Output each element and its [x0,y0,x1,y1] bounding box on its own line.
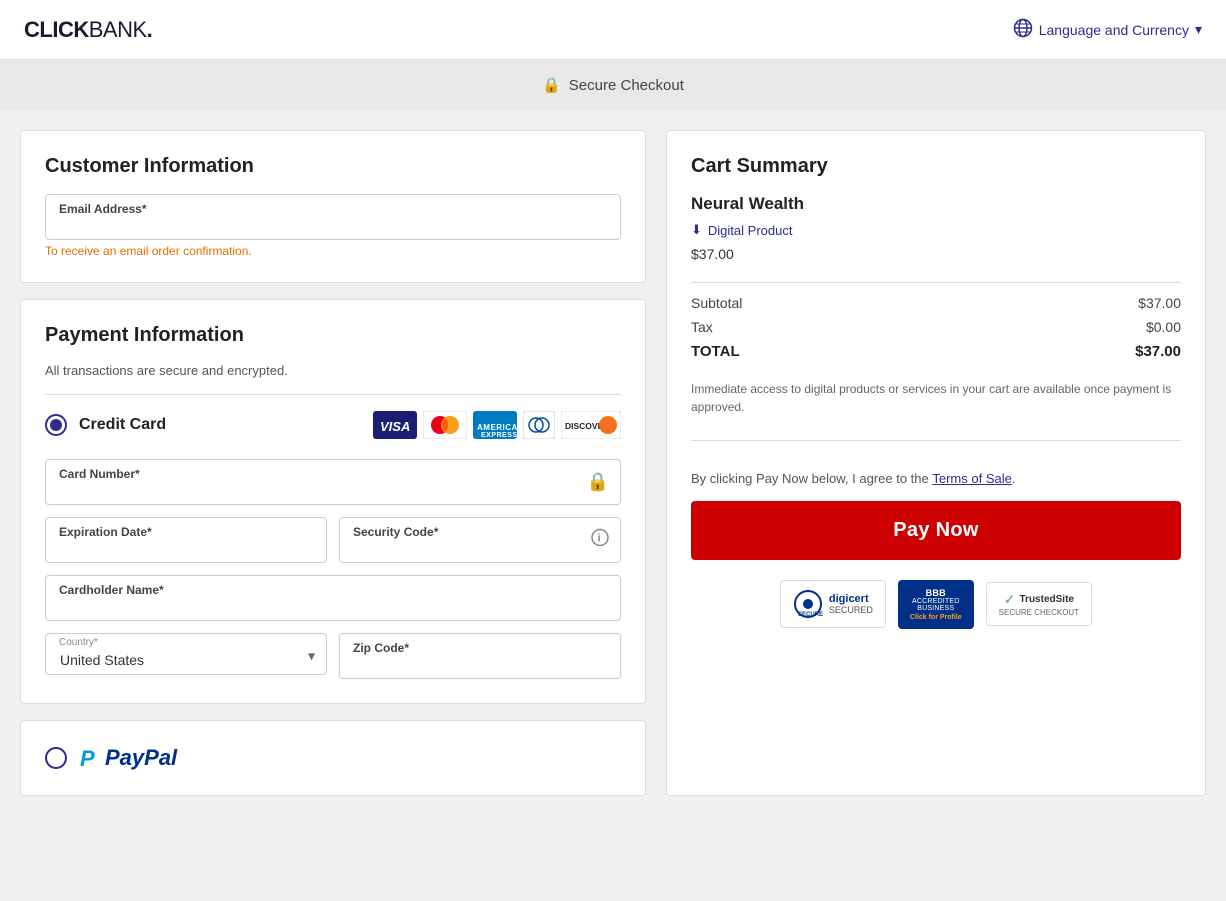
digicert-icon: SECURED [793,589,823,619]
amex-icon: AMERICAN EXPRESS [473,411,517,439]
svg-text:EXPRESS: EXPRESS [481,432,517,439]
cardholder-label: Cardholder Name* [59,583,164,597]
total-value: $37.00 [1135,343,1181,360]
digicert-badge: SECURED digicert SECURED [780,580,886,628]
paypal-text: PayPal [105,745,177,771]
payment-subtitle: All transactions are secure and encrypte… [45,363,621,378]
logo-click: CLICK [24,17,89,42]
card-form: Card Number* 🔒 Expiration Date* Security… [45,459,621,679]
svg-text:AMERICAN: AMERICAN [477,423,517,432]
card-number-input[interactable] [45,459,621,505]
lock-icon: 🔒 [542,76,561,94]
customer-info-card: Customer Information Email Address* To r… [20,130,646,283]
expiry-security-row: Expiration Date* Security Code* i [45,517,621,563]
trust-badges: SECURED digicert SECURED BBB ACCREDITED … [691,580,1181,629]
digicert-label: digicert SECURED [829,593,873,615]
logo: CLICKBANK. [24,17,152,43]
product-name: Neural Wealth [691,194,1181,214]
country-zip-row: Country* United States ▾ Zip Code* [45,633,621,679]
security-wrapper: Security Code* i [339,517,621,563]
paypal-row: P PayPal [45,745,621,771]
paypal-radio[interactable] [45,747,67,769]
email-form-group: Email Address* To receive an email order… [45,194,621,258]
card-number-label: Card Number* [59,467,140,481]
total-label: TOTAL [691,343,740,360]
download-icon: ⬇ [691,222,702,238]
trusted-site-badge: ✓ TrustedSite SECURE CHECKOUT [986,582,1092,626]
diners-icon [523,411,555,439]
subtotal-value: $37.00 [1138,295,1181,311]
svg-text:SECURED: SECURED [798,612,823,618]
secure-checkout-bar: 🔒 Secure Checkout [0,60,1226,110]
chevron-down-icon: ▾ [1195,21,1202,38]
card-number-wrapper: Card Number* 🔒 [45,459,621,505]
expiry-input[interactable] [45,517,327,563]
logo-dot: . [147,17,153,42]
terms-note: By clicking Pay Now below, I agree to th… [691,469,1181,489]
terms-prefix: By clicking Pay Now below, I agree to th… [691,471,932,486]
language-currency-label: Language and Currency [1039,22,1189,38]
secure-checkout-label: Secure Checkout [569,77,684,94]
security-info-icon[interactable]: i [591,529,609,552]
email-hint: To receive an email order confirmation. [45,244,621,258]
zip-wrapper: Zip Code* [339,633,621,679]
cart-summary-title: Cart Summary [691,155,1181,178]
subtotal-row: Subtotal $37.00 [691,295,1181,311]
visa-icon: VISA [373,411,417,439]
security-label: Security Code* [353,525,438,539]
bbb-badge: BBB ACCREDITED BUSINESS Click for Profil… [898,580,974,629]
digital-product-row: ⬇ Digital Product [691,222,1181,238]
subtotal-label: Subtotal [691,295,742,311]
card-lock-icon: 🔒 [587,472,609,493]
cart-summary-panel: Cart Summary Neural Wealth ⬇ Digital Pro… [666,130,1206,796]
tax-row: Tax $0.00 [691,319,1181,335]
checkmark-icon: ✓ [1004,591,1016,608]
globe-icon [1013,18,1033,41]
tax-label: Tax [691,319,713,335]
email-label: Email Address* [59,202,147,216]
svg-text:i: i [598,533,601,545]
pay-now-button[interactable]: Pay Now [691,501,1181,560]
payment-divider [45,394,621,395]
paypal-p-icon: P [79,745,101,771]
summary-divider-2 [691,440,1181,441]
customer-info-title: Customer Information [45,155,621,178]
expiry-label: Expiration Date* [59,525,152,539]
card-icons: VISA AMERICAN EXPRESS [373,411,621,439]
total-row: TOTAL $37.00 [691,343,1181,360]
tax-value: $0.00 [1146,319,1181,335]
paypal-logo: P PayPal [79,745,177,771]
header: CLICKBANK. Language and Currency ▾ [0,0,1226,60]
zip-input[interactable] [339,633,621,679]
payment-info-card: Payment Information All transactions are… [20,299,646,704]
terms-of-sale-link[interactable]: Terms of Sale [932,471,1011,486]
cardholder-input[interactable] [45,575,621,621]
mastercard-icon [423,411,467,439]
security-input[interactable] [339,517,621,563]
cardholder-wrapper: Cardholder Name* [45,575,621,621]
summary-divider-1 [691,282,1181,283]
country-wrapper: Country* United States ▾ [45,633,327,679]
logo-bank: BANK [89,17,147,42]
discover-icon: DISCOVER [561,411,621,439]
credit-card-method-row: Credit Card VISA [45,411,621,439]
language-currency-button[interactable]: Language and Currency ▾ [1013,18,1202,41]
country-label: Country* [59,637,98,648]
svg-text:P: P [80,746,95,771]
paypal-card: P PayPal [20,720,646,796]
email-input[interactable] [45,194,621,240]
terms-suffix: . [1012,471,1016,486]
access-note: Immediate access to digital products or … [691,380,1181,416]
payment-info-title: Payment Information [45,324,621,347]
svg-text:VISA: VISA [380,419,410,434]
credit-card-label: Credit Card [79,416,166,434]
zip-label: Zip Code* [353,641,409,655]
left-panel: Customer Information Email Address* To r… [20,130,646,796]
expiry-wrapper: Expiration Date* [45,517,327,563]
product-type: Digital Product [708,223,793,238]
product-price: $37.00 [691,246,1181,262]
credit-card-radio[interactable] [45,414,67,436]
main-content: Customer Information Email Address* To r… [0,110,1226,816]
